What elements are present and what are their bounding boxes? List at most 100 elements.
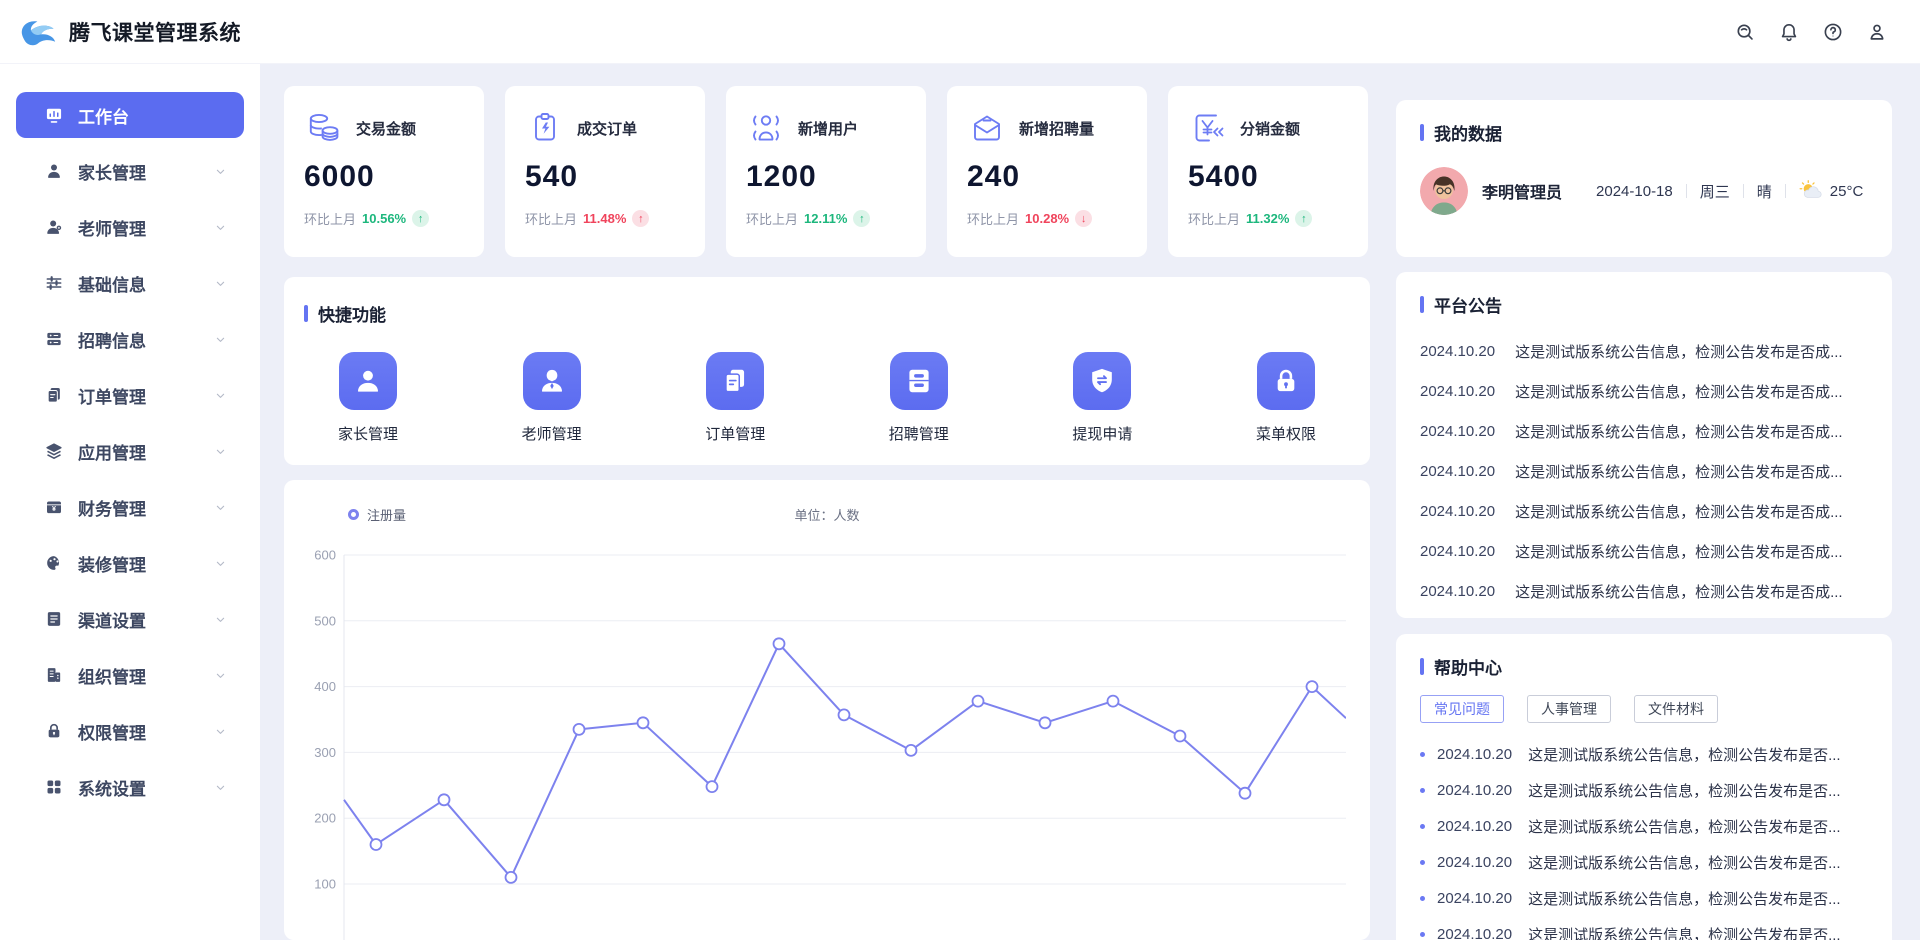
sun-cloud-icon [1799, 180, 1830, 202]
notice-text: 这是测试版系统公告信息，检测公告发布是否成... [1515, 501, 1843, 522]
legend-marker-icon [348, 509, 359, 520]
stat-value: 240 [967, 160, 1127, 194]
help-item-date: 2024.10.20 [1437, 854, 1512, 871]
chevron-down-icon [213, 556, 228, 571]
quick-action-order-management[interactable]: 订单管理 [705, 352, 765, 444]
building-icon [44, 665, 64, 685]
notice-item[interactable]: 2024.10.20这是测试版系统公告信息，检测公告发布是否成... [1420, 451, 1868, 491]
sidebar-item-workbench[interactable]: 工作台 [16, 92, 244, 138]
sidebar-item-basic-info[interactable]: 基础信息 [16, 260, 244, 306]
chart-unit-label: 单位：人数 [794, 505, 859, 524]
svg-text:¥: ¥ [52, 505, 56, 513]
stat-card-transaction-amount: 交易金额6000环比上月10.56%↑ [284, 86, 484, 257]
chart-header: 注册量 单位：人数 [308, 504, 1346, 524]
quick-action-menu-permission[interactable]: 菜单权限 [1256, 352, 1316, 444]
sidebar-item-organization-management[interactable]: 组织管理 [16, 652, 244, 698]
divider [1686, 184, 1687, 198]
help-item[interactable]: 2024.10.20这是测试版系统公告信息，检测公告发布是否... [1420, 844, 1868, 880]
document-icon [44, 385, 64, 405]
notice-item[interactable]: 2024.10.20这是测试版系统公告信息，检测公告发布是否成... [1420, 571, 1868, 611]
order-bolt-icon [525, 108, 565, 148]
help-tab-documents[interactable]: 文件材料 [1634, 695, 1718, 723]
divider [1743, 184, 1744, 198]
sidebar-item-parent-management[interactable]: 家长管理 [16, 148, 244, 194]
search-button[interactable] [1732, 19, 1758, 45]
sidebar-item-recruitment-info[interactable]: 招聘信息 [16, 316, 244, 362]
notice-text: 这是测试版系统公告信息，检测公告发布是否成... [1515, 541, 1843, 562]
stat-card-header: 分销金额 [1188, 108, 1348, 148]
quick-action-parent-management[interactable]: 家长管理 [338, 352, 398, 444]
chevron-down-icon [213, 612, 228, 627]
journal-icon [44, 609, 64, 629]
quick-action-teacher-management[interactable]: 老师管理 [522, 352, 582, 444]
help-item[interactable]: 2024.10.20这是测试版系统公告信息，检测公告发布是否... [1420, 808, 1868, 844]
notice-text: 这是测试版系统公告信息，检测公告发布是否成... [1515, 381, 1843, 402]
sidebar-item-permission-management[interactable]: 权限管理 [16, 708, 244, 754]
my-data-row: 李明管理员 2024-10-18 周三 晴 25°C [1420, 167, 1868, 215]
weekday: 周三 [1700, 181, 1730, 202]
layers-icon [44, 441, 64, 461]
sidebar-menu: 工作台家长管理老师管理基础信息招聘信息订单管理应用管理 ¥财务管理装修管理渠道设置… [16, 92, 244, 810]
main-content: 交易金额6000环比上月10.56%↑成交订单540环比上月11.48%↑新增用… [284, 86, 1370, 940]
platform-notices-card: 平台公告 2024.10.20这是测试版系统公告信息，检测公告发布是否成...2… [1396, 272, 1892, 618]
registrations-line-chart: 600500400300200100 [306, 525, 1346, 940]
help-item-date: 2024.10.20 [1437, 926, 1512, 940]
stat-card-header: 新增用户 [746, 108, 906, 148]
chart-legend-registrations[interactable]: 注册量 [348, 505, 406, 524]
svg-text:500: 500 [314, 613, 336, 628]
sidebar-item-label: 订单管理 [78, 383, 213, 408]
help-item[interactable]: 2024.10.20这是测试版系统公告信息，检测公告发布是否... [1420, 880, 1868, 916]
quick-action-recruitment-management[interactable]: 招聘管理 [889, 352, 949, 444]
user-name: 李明管理员 [1482, 179, 1562, 203]
chevron-down-icon [213, 332, 228, 347]
quick-action-withdrawal-request[interactable]: 提现申请 [1072, 352, 1132, 444]
help-item[interactable]: 2024.10.20这是测试版系统公告信息，检测公告发布是否... [1420, 916, 1868, 940]
compare-percent: 11.48% [583, 211, 626, 226]
date-weather-group: 2024-10-18 周三 晴 25°C [1596, 180, 1863, 202]
notice-date: 2024.10.20 [1420, 463, 1495, 480]
sidebar-item-channel-settings[interactable]: 渠道设置 [16, 596, 244, 642]
trend-up-icon: ↑ [632, 210, 649, 227]
sidebar-item-finance-management[interactable]: ¥财务管理 [16, 484, 244, 530]
profile-button[interactable] [1864, 19, 1890, 45]
notifications-button[interactable] [1776, 19, 1802, 45]
sidebar-item-order-management[interactable]: 订单管理 [16, 372, 244, 418]
user-avatar [1420, 167, 1468, 215]
stat-cards-row: 交易金额6000环比上月10.56%↑成交订单540环比上月11.48%↑新增用… [284, 86, 1370, 257]
stat-card-completed-orders: 成交订单540环比上月11.48%↑ [505, 86, 705, 257]
notice-date: 2024.10.20 [1420, 383, 1495, 400]
notice-item[interactable]: 2024.10.20这是测试版系统公告信息，检测公告发布是否成... [1420, 491, 1868, 531]
sidebar-item-system-settings[interactable]: 系统设置 [16, 764, 244, 810]
help-item[interactable]: 2024.10.20这是测试版系统公告信息，检测公告发布是否... [1420, 736, 1868, 772]
help-button[interactable] [1820, 19, 1846, 45]
help-tab-faq[interactable]: 常见问题 [1420, 695, 1504, 723]
section-accent-bar [1420, 658, 1424, 675]
stat-card-new-recruitment: 新增招聘量240环比上月10.28%↓ [947, 86, 1147, 257]
quick-parent-icon [339, 352, 397, 410]
chevron-down-icon [213, 780, 228, 795]
stat-value: 540 [525, 160, 685, 194]
notice-item[interactable]: 2024.10.20这是测试版系统公告信息，检测公告发布是否成... [1420, 411, 1868, 451]
weather-text: 晴 [1757, 181, 1772, 202]
notice-item[interactable]: 2024.10.20这是测试版系统公告信息，检测公告发布是否成... [1420, 531, 1868, 571]
notice-item[interactable]: 2024.10.20这是测试版系统公告信息，检测公告发布是否成... [1420, 331, 1868, 371]
app-header: 腾飞课堂管理系统 [0, 0, 1920, 64]
compare-percent: 10.56% [362, 211, 406, 226]
compare-label: 环比上月 [525, 209, 577, 228]
notice-item[interactable]: 2024.10.20 这是测试版系统公告信息，检测公告发布是否成... [1420, 371, 1868, 411]
stat-compare-row: 环比上月 11.48% ↑ [525, 209, 685, 228]
quick-functions-header: 快捷功能 [304, 301, 1350, 326]
help-item-text: 这是测试版系统公告信息，检测公告发布是否... [1528, 780, 1841, 801]
sidebar-item-teacher-management[interactable]: 老师管理 [16, 204, 244, 250]
help-item[interactable]: 2024.10.20这是测试版系统公告信息，检测公告发布是否... [1420, 772, 1868, 808]
sidebar-item-decoration-management[interactable]: 装修管理 [16, 540, 244, 586]
help-item-date: 2024.10.20 [1437, 818, 1512, 835]
stat-title: 交易金额 [356, 118, 416, 139]
trend-down-icon: ↓ [1075, 210, 1092, 227]
bullet-icon [1420, 896, 1425, 901]
stat-card-distribution-amount: 分销金额5400环比上月11.32%↑ [1168, 86, 1368, 257]
stat-value: 5400 [1188, 160, 1348, 194]
help-tab-hr-management[interactable]: 人事管理 [1527, 695, 1611, 723]
sidebar-item-app-management[interactable]: 应用管理 [16, 428, 244, 474]
help-item-date: 2024.10.20 [1437, 746, 1512, 763]
